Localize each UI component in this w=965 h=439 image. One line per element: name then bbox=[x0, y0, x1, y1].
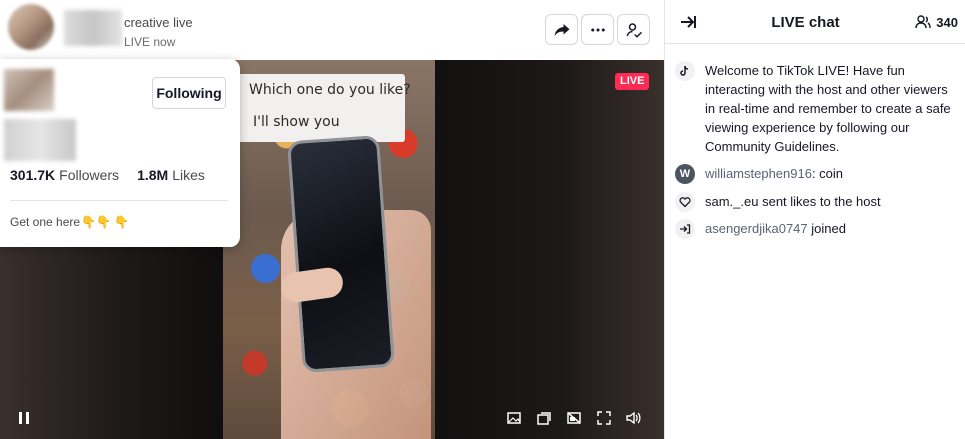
viewer-count-value: 340 bbox=[936, 14, 958, 30]
likes-count: 1.8M bbox=[137, 167, 169, 183]
live-badge: LIVE bbox=[615, 73, 650, 90]
chat-message-join: asengerdjika0747 joined bbox=[675, 219, 955, 239]
picture-button[interactable] bbox=[505, 409, 523, 427]
host-avatar[interactable] bbox=[8, 4, 54, 50]
share-button[interactable] bbox=[545, 14, 578, 45]
host-title[interactable]: creative live bbox=[124, 15, 193, 30]
following-button[interactable]: Following bbox=[152, 77, 226, 109]
viewer-count[interactable]: 340 bbox=[915, 14, 958, 30]
chat-join-text: joined bbox=[807, 221, 846, 236]
live-video-frame: Which one do you like? I'll show you bbox=[223, 60, 435, 439]
live-chat-panel: LIVE chat 340 Welcome to TikTok LIVE! Ha… bbox=[664, 0, 965, 439]
pause-icon bbox=[19, 412, 29, 424]
volume-button[interactable] bbox=[624, 409, 642, 427]
chat-like-text: sent likes to the host bbox=[758, 194, 881, 209]
popover-avatar[interactable] bbox=[4, 69, 54, 111]
viewers-icon bbox=[915, 15, 931, 29]
pause-button[interactable] bbox=[15, 409, 33, 427]
user-check-icon bbox=[626, 22, 642, 38]
chat-comment-text: : coin bbox=[811, 166, 844, 181]
host-name-redacted bbox=[64, 10, 122, 46]
fullscreen-icon bbox=[597, 411, 611, 425]
popover-divider bbox=[10, 200, 228, 201]
screen-off-icon bbox=[567, 412, 581, 424]
screen-off-button[interactable] bbox=[565, 409, 583, 427]
chat-username[interactable]: asengerdjika0747 bbox=[705, 221, 808, 236]
chat-username[interactable]: williamstephen916 bbox=[705, 166, 812, 181]
chat-title: LIVE chat bbox=[771, 14, 840, 31]
tiktok-live-page: creative live LIVE now Which one do you … bbox=[0, 0, 965, 439]
chat-username[interactable]: sam._.eu bbox=[705, 194, 758, 209]
system-message-text: Welcome to TikTok LIVE! Have fun interac… bbox=[705, 63, 951, 154]
popover-name-redacted bbox=[4, 119, 76, 161]
mini-player-icon bbox=[537, 412, 551, 425]
chat-message-comment: W williamstephen916: coin bbox=[675, 164, 955, 184]
host-live-status: LIVE now bbox=[124, 35, 176, 49]
picture-icon bbox=[507, 412, 521, 424]
pointing-hand-icon: 👇👇 👇 bbox=[81, 215, 130, 229]
chat-header: LIVE chat 340 bbox=[665, 0, 965, 44]
profile-popover: Following 301.7K Followers 1.8M Likes Get o… bbox=[0, 59, 240, 247]
heart-icon bbox=[675, 192, 695, 212]
followers-count: 301.7K bbox=[10, 167, 56, 183]
profile-bio: Get one here👇👇 👇 bbox=[10, 215, 129, 229]
profile-bio-text: Get one here bbox=[10, 215, 81, 229]
user-avatar[interactable]: W bbox=[675, 164, 695, 184]
tiktok-logo-icon bbox=[675, 61, 695, 81]
video-phone bbox=[287, 135, 395, 373]
chat-message-like: sam._.eu sent likes to the host bbox=[675, 192, 955, 212]
share-icon bbox=[554, 23, 569, 36]
video-sign-line1: Which one do you like? bbox=[249, 82, 411, 98]
likes-label: Likes bbox=[172, 167, 205, 183]
video-sign-line2: I'll show you bbox=[253, 114, 340, 130]
stream-column: creative live LIVE now Which one do you … bbox=[0, 0, 664, 439]
followers-label: Followers bbox=[59, 167, 120, 183]
volume-icon bbox=[626, 411, 641, 425]
fullscreen-button[interactable] bbox=[595, 409, 613, 427]
more-icon bbox=[590, 28, 605, 31]
more-button[interactable] bbox=[581, 14, 614, 45]
follow-status-button[interactable] bbox=[617, 14, 650, 45]
chat-message-system: Welcome to TikTok LIVE! Have fun interac… bbox=[675, 61, 955, 156]
profile-stats: 301.7K Followers 1.8M Likes bbox=[10, 167, 205, 183]
mini-player-button[interactable] bbox=[535, 409, 553, 427]
join-icon bbox=[675, 219, 695, 239]
host-header: creative live LIVE now bbox=[0, 0, 664, 60]
